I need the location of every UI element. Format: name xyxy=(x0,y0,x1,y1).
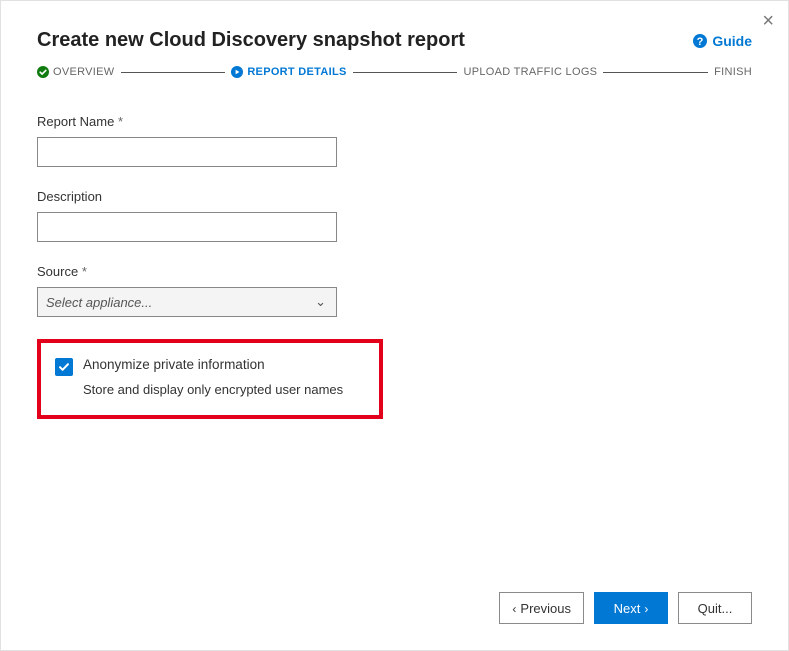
step-finish[interactable]: FINISH xyxy=(714,66,752,78)
report-name-label: Report Name * xyxy=(37,114,752,129)
step-label: UPLOAD TRAFFIC LOGS xyxy=(463,66,597,78)
label-text: Report Name xyxy=(37,114,114,129)
quit-button[interactable]: Quit... xyxy=(678,592,752,624)
anonymize-checkbox[interactable] xyxy=(55,358,73,376)
dialog-footer: ‹ Previous Next › Quit... xyxy=(499,592,752,624)
check-icon xyxy=(58,361,70,373)
anonymize-sublabel: Store and display only encrypted user na… xyxy=(83,382,365,397)
previous-button[interactable]: ‹ Previous xyxy=(499,592,584,624)
source-placeholder: Select appliance... xyxy=(46,295,152,310)
chevron-left-icon: ‹ xyxy=(512,603,516,615)
anonymize-row: Anonymize private information xyxy=(55,357,365,376)
step-label: FINISH xyxy=(714,66,752,78)
step-connector xyxy=(353,72,458,73)
report-name-input[interactable] xyxy=(37,137,337,167)
step-overview[interactable]: OVERVIEW xyxy=(37,66,115,78)
help-icon: ? xyxy=(692,33,708,49)
label-text: Source xyxy=(37,264,78,279)
field-description: Description xyxy=(37,189,752,242)
step-connector xyxy=(603,72,708,73)
required-mark: * xyxy=(118,114,123,129)
description-input[interactable] xyxy=(37,212,337,242)
dialog-header: Create new Cloud Discovery snapshot repo… xyxy=(37,29,752,52)
close-icon[interactable]: × xyxy=(762,11,774,31)
field-report-name: Report Name * xyxy=(37,114,752,167)
step-upload-logs[interactable]: UPLOAD TRAFFIC LOGS xyxy=(463,66,597,78)
step-connector xyxy=(121,72,226,73)
dialog-body: × Create new Cloud Discovery snapshot re… xyxy=(1,1,788,419)
source-select[interactable]: Select appliance... ⌄ xyxy=(37,287,337,317)
chevron-right-icon: › xyxy=(644,603,648,615)
svg-text:?: ? xyxy=(697,36,704,48)
field-source: Source * Select appliance... ⌄ xyxy=(37,264,752,317)
previous-label: Previous xyxy=(520,601,571,616)
guide-label: Guide xyxy=(712,33,752,49)
step-report-details[interactable]: REPORT DETAILS xyxy=(231,66,346,78)
page-title: Create new Cloud Discovery snapshot repo… xyxy=(37,29,465,52)
next-label: Next xyxy=(614,601,641,616)
required-mark: * xyxy=(82,264,87,279)
guide-link[interactable]: ? Guide xyxy=(692,33,752,49)
anonymize-label: Anonymize private information xyxy=(83,357,265,372)
quit-label: Quit... xyxy=(698,601,733,616)
chevron-down-icon: ⌄ xyxy=(315,294,326,310)
step-label: OVERVIEW xyxy=(53,66,115,78)
anonymize-highlight: Anonymize private information Store and … xyxy=(37,339,383,419)
description-label: Description xyxy=(37,189,752,204)
step-label: REPORT DETAILS xyxy=(247,66,346,78)
next-button[interactable]: Next › xyxy=(594,592,668,624)
check-circle-icon xyxy=(37,66,49,78)
play-circle-icon xyxy=(231,66,243,78)
wizard-stepper: OVERVIEW REPORT DETAILS UPLOAD TRAFFIC L… xyxy=(37,66,752,78)
source-label: Source * xyxy=(37,264,752,279)
